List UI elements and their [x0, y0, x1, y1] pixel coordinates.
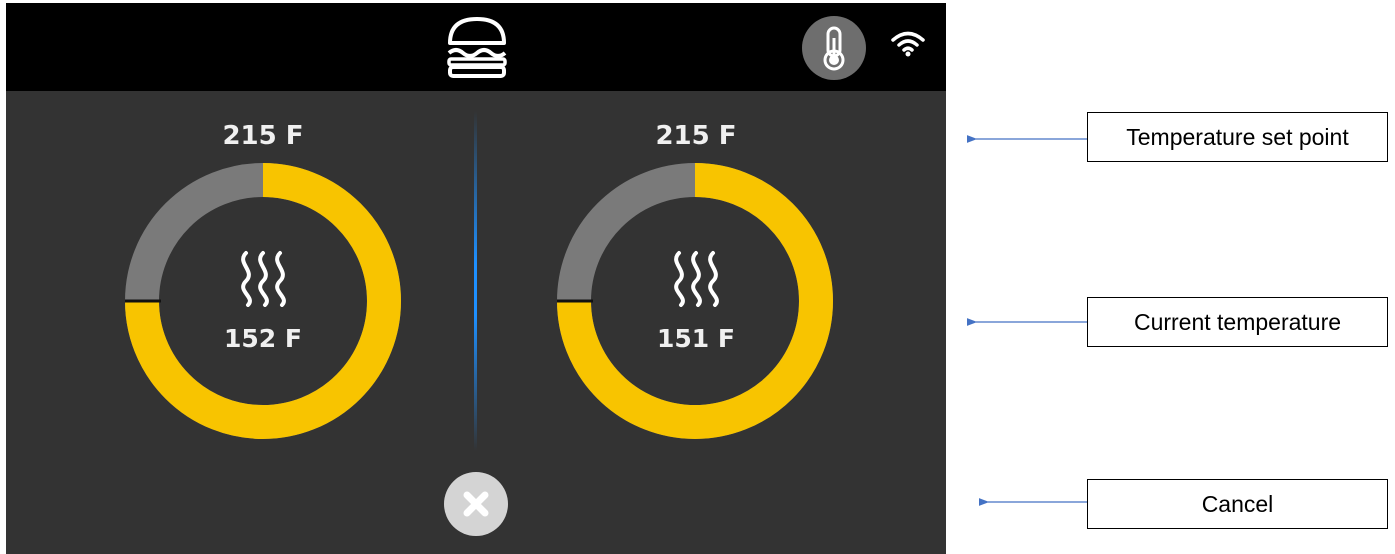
zone-2-set-point: 215 F [655, 121, 737, 151]
close-icon [463, 491, 489, 517]
top-bar [6, 3, 946, 91]
wifi-icon [891, 31, 925, 57]
zone-2-current-temperature: 151 F [657, 324, 735, 353]
temperature-button[interactable] [802, 16, 866, 80]
oven-screen: 215 F 152 F 215 F 151 F [6, 3, 946, 554]
burger-icon [447, 17, 507, 78]
set-point-callout: Temperature set point [1087, 112, 1388, 162]
steam-heat-icon [674, 251, 719, 307]
steam-heat-icon [241, 251, 286, 307]
cancel-callout: Cancel [1087, 479, 1388, 529]
thermometer-icon [823, 26, 845, 71]
cancel-button[interactable] [444, 472, 508, 536]
zone-1-set-point: 215 F [222, 121, 304, 151]
current-temperature-callout: Current temperature [1087, 297, 1388, 347]
zone-divider [474, 111, 477, 451]
annotation-arrows [966, 135, 1087, 506]
zone-1-current-temperature: 152 F [224, 324, 302, 353]
